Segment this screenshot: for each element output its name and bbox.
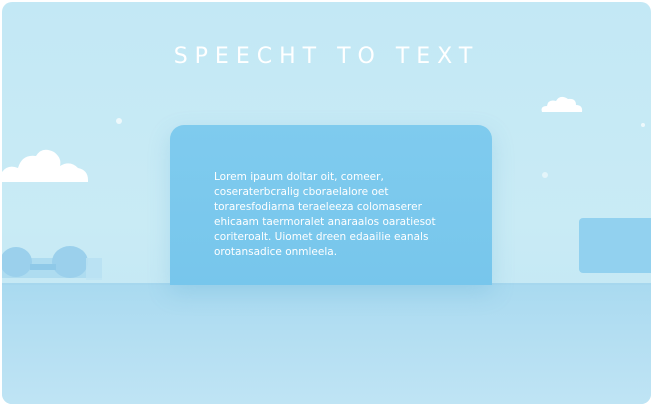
sparkle-icon bbox=[641, 123, 645, 127]
right-cloud-icon bbox=[541, 96, 583, 112]
text-card: Lorem ipaum doltar oit, comeer, coserate… bbox=[170, 125, 492, 285]
sparkle-icon bbox=[542, 172, 548, 178]
page-title: SPEECHT TO TEXT bbox=[173, 44, 480, 69]
floor bbox=[2, 284, 651, 404]
sparkle-icon bbox=[116, 118, 122, 124]
left-cloud-icon bbox=[2, 149, 88, 182]
side-panel bbox=[579, 218, 651, 273]
card-body-text: Lorem ipaum doltar oit, comeer, coserate… bbox=[214, 171, 436, 258]
lounge-chairs-icon bbox=[2, 246, 102, 280]
app-window: SPEECHT TO TEXT Lorem ipaum doltar oit, … bbox=[2, 2, 651, 404]
